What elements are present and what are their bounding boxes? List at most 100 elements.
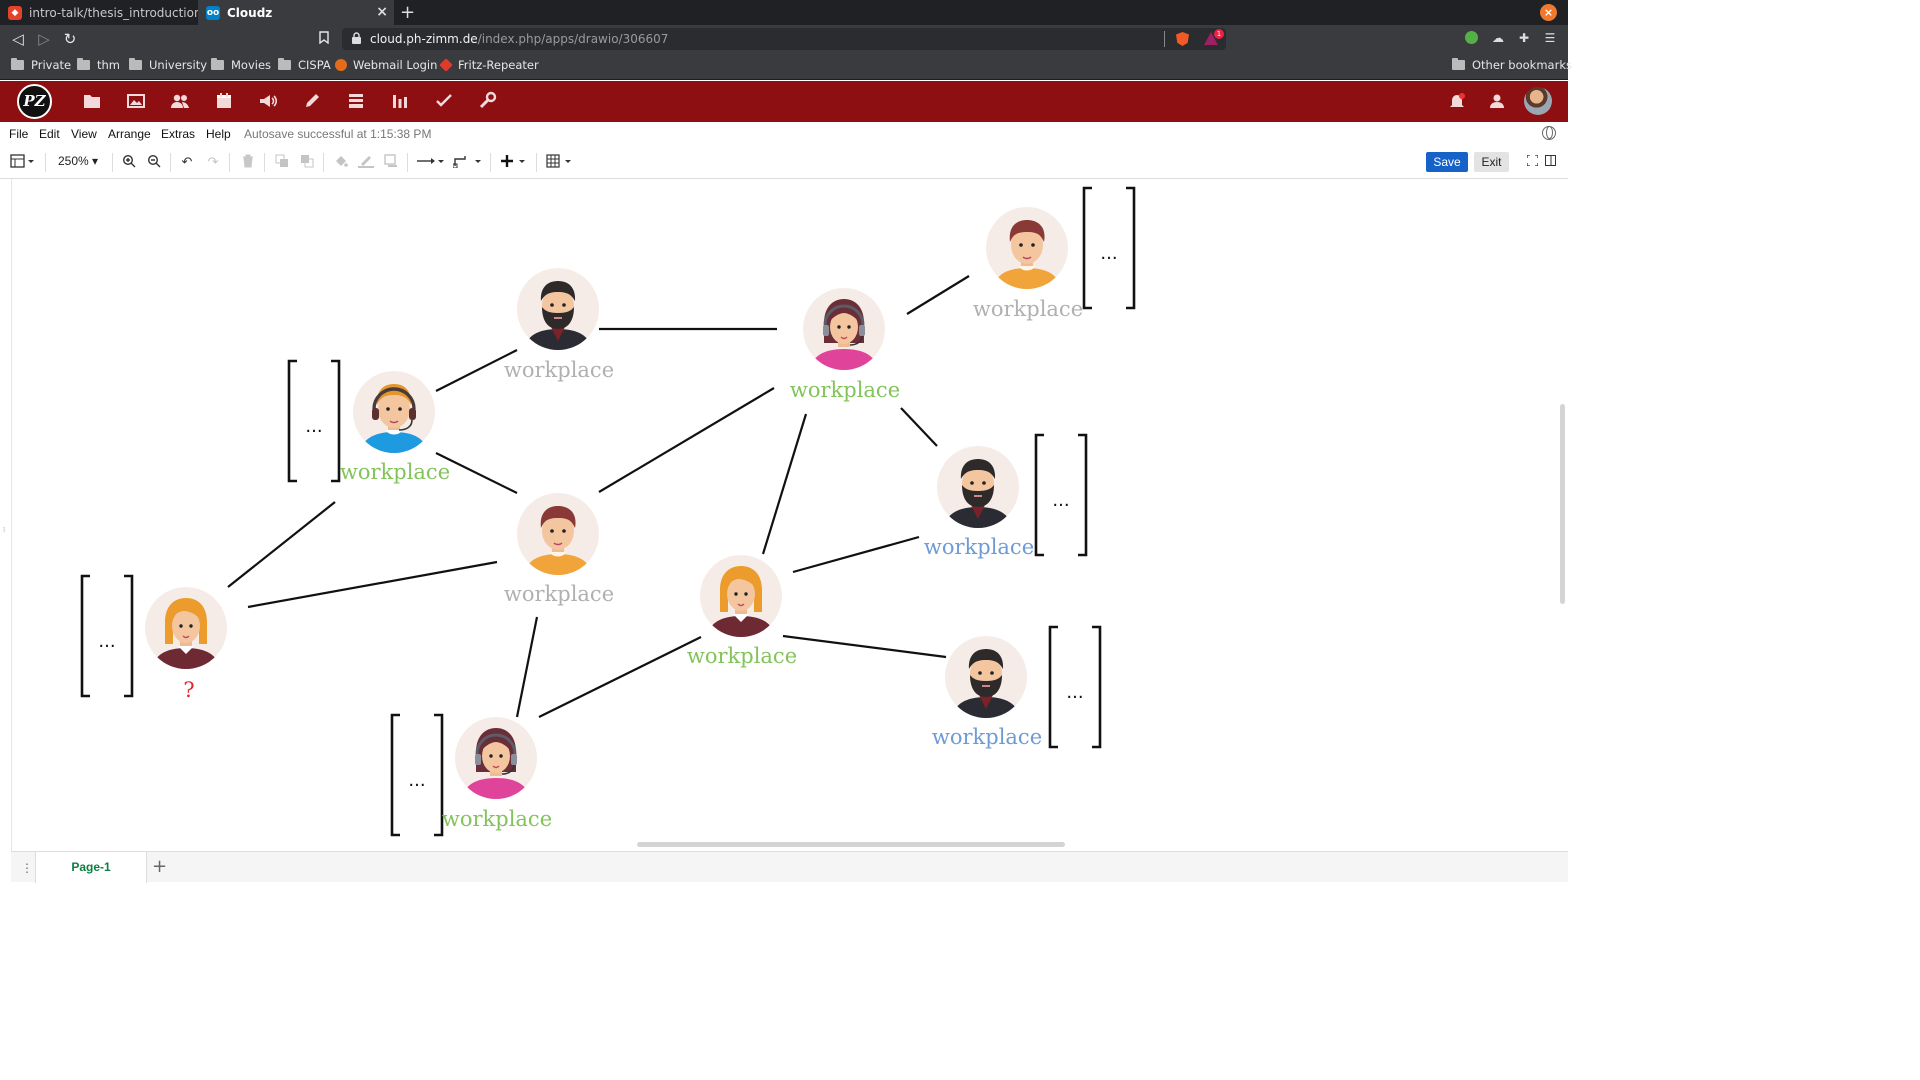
bookmark-other[interactable]: Other bookmarks	[1452, 58, 1572, 72]
contacts-icon[interactable]	[170, 91, 190, 111]
bracket-box[interactable]: ...	[287, 359, 341, 483]
bracket-box[interactable]: ...	[1034, 433, 1088, 557]
connection-style-icon[interactable]	[416, 154, 446, 171]
workplace-node[interactable]: ?	[145, 587, 227, 702]
menu-help[interactable]: Help	[206, 127, 231, 141]
bookmark-webmail-login[interactable]: Webmail Login	[335, 58, 437, 72]
url-field[interactable]: cloud.ph-zimm.de/index.php/apps/drawio/3…	[342, 28, 1226, 50]
browser-menu-icon[interactable]: ☰	[1543, 31, 1557, 45]
drawio-toolbar: 250% ▾ ↶ ↷ Save Exit	[0, 146, 1568, 179]
bookmark-cispa[interactable]: CISPA	[278, 58, 331, 72]
ellipsis-label: ...	[1066, 682, 1083, 703]
analytics-icon[interactable]	[390, 91, 410, 111]
workplace-node[interactable]: workplace	[932, 636, 1042, 749]
new-tab-button[interactable]: +	[400, 2, 415, 23]
bracket-box[interactable]: ...	[1082, 186, 1136, 310]
workplace-node[interactable]: workplace	[924, 446, 1034, 559]
reload-button[interactable]: ↻	[60, 29, 80, 49]
bracket-box[interactable]: ...	[1048, 625, 1102, 749]
bracket-box[interactable]: ...	[390, 713, 444, 837]
forward-button[interactable]: ▷	[34, 29, 54, 49]
undo-icon[interactable]: ↶	[179, 154, 195, 171]
extensions-puzzle-icon[interactable]: ✚	[1517, 31, 1531, 45]
workplace-node[interactable]: workplace	[442, 717, 552, 831]
folder-icon	[1452, 58, 1465, 70]
notifications-icon[interactable]	[1447, 91, 1467, 111]
node-label: workplace	[442, 807, 552, 831]
browser-tab-cloudz[interactable]: oo Cloudz ×	[198, 0, 394, 25]
page-tabs-bar: ⋮ Page-1 +	[11, 851, 1568, 883]
format-panel-toggle-icon[interactable]	[9, 154, 37, 171]
vertical-scrollbar[interactable]	[1560, 404, 1565, 604]
photos-icon[interactable]	[126, 91, 146, 111]
bracket-box[interactable]: ...	[80, 574, 134, 698]
bookmark-page-icon[interactable]	[314, 29, 334, 49]
menu-arrange[interactable]: Arrange	[108, 127, 151, 141]
bookmark-movies[interactable]: Movies	[211, 58, 271, 72]
workplace-node[interactable]: workplace	[504, 493, 614, 606]
zoom-in-icon[interactable]	[121, 154, 137, 171]
workplace-node[interactable]: workplace	[973, 207, 1083, 321]
settings-wrench-icon[interactable]	[478, 91, 498, 111]
zoom-out-icon[interactable]	[146, 154, 162, 171]
deck-icon[interactable]	[346, 91, 366, 111]
extension-cloud-icon[interactable]: ☁	[1491, 31, 1505, 45]
sidebar-resize-handle[interactable]: ⁞	[3, 526, 7, 534]
shadow-icon[interactable]	[383, 154, 399, 171]
zoom-level-select[interactable]: 250% ▾	[58, 154, 98, 168]
window-close-button[interactable]: ×	[1540, 4, 1557, 21]
drawio-menubar: File Edit View Arrange Extras Help Autos…	[0, 122, 1568, 146]
waypoints-icon[interactable]	[452, 154, 483, 171]
collapse-panel-icon[interactable]	[1544, 154, 1556, 171]
nextcloud-logo[interactable]: PZ	[17, 84, 52, 119]
workplace-node[interactable]: workplace	[340, 371, 450, 484]
line-color-icon[interactable]	[358, 154, 374, 171]
save-button[interactable]: Save	[1426, 152, 1468, 172]
menu-edit[interactable]: Edit	[39, 127, 60, 141]
folder-icon	[278, 58, 291, 70]
bookmark-university[interactable]: University	[129, 58, 207, 72]
ellipsis-label: ...	[408, 770, 425, 791]
diagram-canvas[interactable]: ... ... ... ... ... ... workplace workpl…	[11, 179, 1568, 851]
ellipsis-label: ...	[98, 631, 115, 652]
menu-file[interactable]: File	[9, 127, 28, 141]
bookmark-thm[interactable]: thm	[77, 58, 120, 72]
workplace-node[interactable]: workplace	[504, 268, 614, 382]
fill-color-icon[interactable]	[333, 154, 349, 171]
bookmark-fritz-repeater[interactable]: Fritz-Repeater	[439, 58, 539, 72]
node-label: workplace	[340, 460, 450, 484]
files-icon[interactable]	[82, 91, 102, 111]
to-back-icon[interactable]	[299, 154, 315, 171]
network-diagram[interactable]: ... ... ... ... ... ... workplace workpl…	[12, 179, 1568, 851]
contacts-menu-icon[interactable]	[1487, 91, 1507, 111]
delete-icon[interactable]	[240, 154, 256, 171]
notes-icon[interactable]	[302, 91, 322, 111]
pages-menu-icon[interactable]: ⋮	[21, 861, 33, 875]
announcements-icon[interactable]	[258, 91, 278, 111]
back-button[interactable]: ◁	[8, 29, 28, 49]
bookmark-private[interactable]: Private	[11, 58, 71, 72]
table-insert-icon[interactable]	[546, 154, 574, 171]
workplace-node[interactable]: workplace	[687, 555, 797, 668]
exit-button[interactable]: Exit	[1474, 152, 1509, 172]
insert-plus-icon[interactable]	[500, 154, 528, 171]
to-front-icon[interactable]	[274, 154, 290, 171]
horizontal-scrollbar[interactable]	[637, 842, 1065, 847]
redo-icon[interactable]: ↷	[205, 154, 221, 171]
language-globe-icon[interactable]	[1542, 125, 1556, 140]
close-tab-icon[interactable]: ×	[376, 4, 388, 20]
menu-view[interactable]: View	[71, 127, 97, 141]
extension-green-icon[interactable]	[1465, 31, 1479, 45]
fullscreen-icon[interactable]	[1525, 154, 1539, 171]
brave-shields-icon[interactable]	[1176, 32, 1189, 46]
workplace-node[interactable]: workplace	[790, 288, 900, 402]
menu-extras[interactable]: Extras	[161, 127, 195, 141]
calendar-icon[interactable]	[214, 91, 234, 111]
tasks-icon[interactable]	[434, 91, 454, 111]
node-label: workplace	[790, 378, 900, 402]
folder-icon	[129, 58, 142, 70]
user-avatar[interactable]	[1524, 87, 1552, 115]
add-page-button[interactable]: +	[152, 856, 167, 877]
browser-tab-gitlab[interactable]: ◆ intro-talk/thesis_introduction.p	[0, 0, 198, 25]
tab-page-1[interactable]: Page-1	[35, 852, 147, 883]
